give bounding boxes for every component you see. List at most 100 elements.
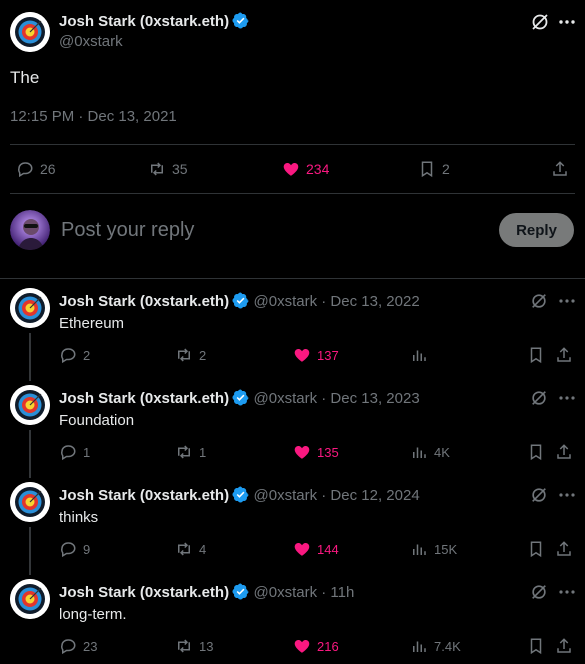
- retweet-action[interactable]: 13: [175, 637, 213, 655]
- retweet-action[interactable]: 1: [175, 443, 206, 461]
- reply-text: Ethereum: [59, 315, 125, 332]
- like-count: 137: [317, 347, 339, 363]
- grok-button[interactable]: [530, 292, 548, 310]
- author-avatar[interactable]: [10, 12, 50, 52]
- heart-icon: [283, 162, 299, 176]
- reply-text: thinks: [59, 509, 99, 526]
- reply-icon: [61, 639, 76, 655]
- author-name[interactable]: Josh Stark (0xstark.eth): [59, 390, 229, 407]
- author-handle[interactable]: @0xstark: [59, 33, 123, 50]
- more-icon: [559, 493, 575, 497]
- bookmark-action[interactable]: 2: [418, 160, 450, 178]
- retweet-count: 13: [199, 638, 214, 654]
- tweet-text: The: [10, 68, 40, 87]
- more-button[interactable]: [558, 490, 576, 500]
- share-action[interactable]: [555, 346, 573, 364]
- grok-slash-icon: [532, 294, 546, 308]
- reply-icon: [18, 162, 33, 178]
- my-avatar[interactable]: [10, 210, 50, 250]
- grok-button[interactable]: [530, 12, 550, 32]
- author-handle-date[interactable]: @0xstark · 11h: [254, 584, 355, 601]
- grok-button[interactable]: [530, 486, 548, 504]
- author-avatar[interactable]: [10, 482, 50, 522]
- more-button[interactable]: [558, 393, 576, 403]
- more-button[interactable]: [558, 296, 576, 306]
- views-action[interactable]: 15K: [410, 540, 457, 558]
- author-name-text[interactable]: Josh Stark (0xstark.eth): [59, 13, 229, 30]
- author-handle-date[interactable]: @0xstark · Dec 13, 2023: [254, 390, 420, 407]
- retweet-icon: [151, 162, 163, 176]
- reply-action[interactable]: 1: [59, 443, 90, 461]
- bookmark-action[interactable]: [527, 443, 545, 461]
- reply-header: Josh Stark (0xstark.eth) @0xstark · Dec …: [59, 486, 420, 505]
- retweet-count: 4: [199, 541, 207, 557]
- share-action[interactable]: [555, 637, 573, 655]
- reply-header: Josh Stark (0xstark.eth) @0xstark · Dec …: [59, 389, 420, 408]
- share-action[interactable]: [555, 443, 573, 461]
- grok-button[interactable]: [530, 389, 548, 407]
- author-avatar[interactable]: [10, 288, 50, 328]
- target-avatar-icon: [10, 579, 50, 619]
- share-action[interactable]: [551, 160, 569, 178]
- like-action[interactable]: 144: [293, 540, 339, 558]
- grok-slash-icon: [532, 585, 546, 599]
- reply-count: 23: [83, 638, 98, 654]
- author-avatar[interactable]: [10, 579, 50, 619]
- reply-action[interactable]: 9: [59, 540, 90, 558]
- reply-input[interactable]: Post your reply: [61, 219, 194, 242]
- bookmark-action[interactable]: [527, 637, 545, 655]
- more-button[interactable]: [558, 587, 576, 597]
- bookmark-action[interactable]: [527, 540, 545, 558]
- reply-header: Josh Stark (0xstark.eth) @0xstark · 11h: [59, 583, 354, 602]
- like-count: 234: [306, 161, 330, 177]
- like-action[interactable]: 234: [282, 160, 329, 178]
- like-action[interactable]: 137: [293, 346, 339, 364]
- author-name[interactable]: Josh Stark (0xstark.eth): [59, 293, 229, 310]
- grok-slash-icon: [532, 488, 546, 502]
- author-avatar[interactable]: [10, 385, 50, 425]
- views-action[interactable]: 7.4K: [410, 637, 461, 655]
- author-name[interactable]: Josh Stark (0xstark.eth): [59, 487, 229, 504]
- target-avatar-icon: [10, 385, 50, 425]
- views-icon: [413, 641, 426, 652]
- reply-action[interactable]: 26: [16, 160, 56, 178]
- retweet-action[interactable]: 35: [148, 160, 188, 178]
- reply-button[interactable]: Reply: [499, 213, 574, 247]
- reply-action[interactable]: 23: [59, 637, 97, 655]
- user-avatar-icon: [10, 210, 50, 250]
- thread-connector: [29, 333, 31, 381]
- views-action[interactable]: [410, 346, 428, 364]
- heart-icon: [294, 348, 310, 362]
- like-action[interactable]: 216: [293, 637, 339, 655]
- view-count: 4K: [434, 444, 450, 460]
- verified-badge-icon: [232, 583, 249, 600]
- author-name[interactable]: Josh Stark (0xstark.eth): [59, 12, 249, 30]
- reply-icon: [61, 348, 76, 364]
- grok-slash-icon: [532, 14, 548, 30]
- grok-button[interactable]: [530, 583, 548, 601]
- reply-count: 2: [83, 347, 91, 363]
- bookmark-action[interactable]: [527, 346, 545, 364]
- retweet-action[interactable]: 4: [175, 540, 206, 558]
- author-handle-date[interactable]: @0xstark · Dec 12, 2024: [254, 487, 420, 504]
- retweet-icon: [178, 348, 190, 362]
- share-icon: [557, 541, 571, 556]
- like-action[interactable]: 135: [293, 443, 339, 461]
- thread-connector: [29, 527, 31, 575]
- retweet-action[interactable]: 2: [175, 346, 206, 364]
- share-action[interactable]: [555, 540, 573, 558]
- author-handle-date[interactable]: @0xstark · Dec 13, 2022: [254, 293, 420, 310]
- more-icon: [559, 20, 575, 24]
- bookmark-icon: [530, 638, 542, 655]
- retweet-count: 35: [172, 161, 188, 177]
- heart-icon: [294, 445, 310, 459]
- author-name[interactable]: Josh Stark (0xstark.eth): [59, 584, 229, 601]
- grok-slash-icon: [532, 391, 546, 405]
- reply-action[interactable]: 2: [59, 346, 90, 364]
- views-action[interactable]: 4K: [410, 443, 450, 461]
- view-count: 7.4K: [434, 638, 461, 654]
- retweet-count: 2: [199, 347, 207, 363]
- share-icon: [553, 161, 567, 176]
- tweet-timestamp[interactable]: 12:15 PM · Dec 13, 2021: [10, 108, 177, 125]
- more-button[interactable]: [558, 16, 576, 28]
